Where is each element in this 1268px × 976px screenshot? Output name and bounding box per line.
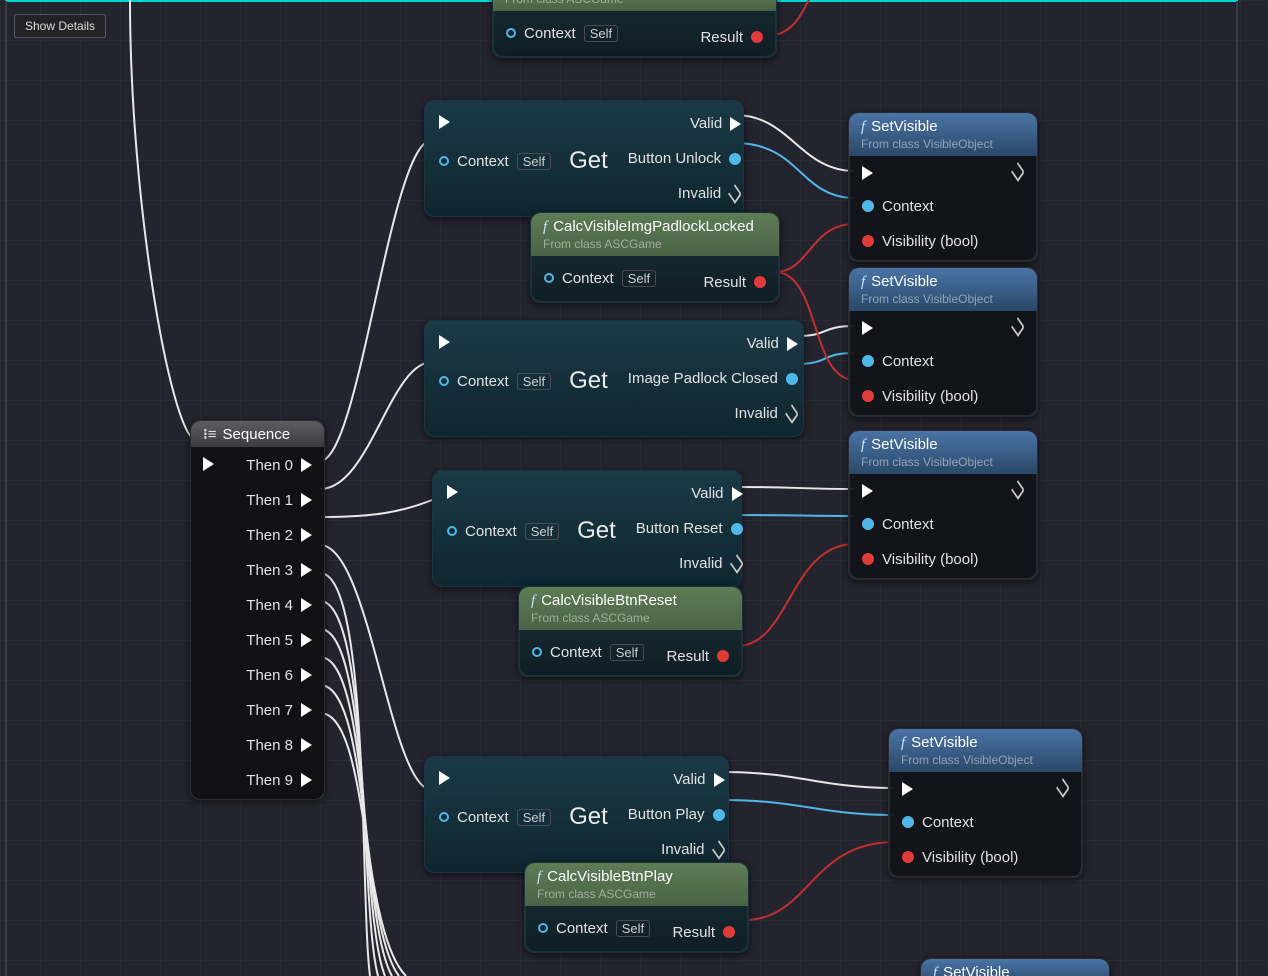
then-pin[interactable] — [301, 633, 312, 647]
exec-out-pin[interactable] — [1011, 480, 1025, 500]
exec-in-pin[interactable] — [862, 484, 873, 498]
data-pin[interactable] — [729, 153, 741, 165]
calc-padlock-node[interactable]: fCalcVisibleImgPadlockLockedFrom class A… — [530, 212, 780, 303]
show-details-button[interactable]: Show Details — [14, 14, 106, 38]
setvisible-node-partial[interactable]: fSetVisible — [920, 958, 1110, 976]
node-title: CalcVisibleImgPadlockLocked — [553, 218, 754, 235]
exec-in-pin[interactable] — [902, 782, 913, 796]
then-pin[interactable] — [301, 563, 312, 577]
calc-play-node[interactable]: fCalcVisibleBtnPlayFrom class ASCGame Co… — [524, 862, 749, 953]
visibility-pin[interactable] — [902, 851, 914, 863]
graph-canvas[interactable]: Show Details From class ASCGame — [0, 0, 1268, 976]
setvisible-node-2[interactable]: fSetVisibleFrom class VisibleObjectConte… — [848, 267, 1038, 417]
result-pin[interactable] — [751, 31, 763, 43]
then-pin[interactable] — [301, 668, 312, 682]
get-button-unlock-node[interactable]: ContextSelfGet Valid Button Unlock Inval… — [424, 100, 744, 217]
context-pin[interactable] — [862, 518, 874, 530]
visibility-pin[interactable] — [862, 235, 874, 247]
context-pin[interactable] — [862, 200, 874, 212]
node-subtitle: From class ASCGame — [505, 0, 624, 6]
exec-out-pin[interactable] — [1011, 162, 1025, 182]
context-pin[interactable] — [862, 355, 874, 367]
then-pin[interactable] — [301, 493, 312, 507]
exec-out-pin[interactable] — [1056, 778, 1070, 798]
valid-pin[interactable] — [730, 117, 741, 131]
then-pin[interactable] — [301, 773, 312, 787]
then-pin[interactable] — [301, 528, 312, 542]
exec-in-pin[interactable] — [862, 166, 873, 180]
exec-in-pin[interactable] — [862, 321, 873, 335]
then-pin[interactable] — [301, 703, 312, 717]
exec-in-pin[interactable] — [203, 457, 214, 471]
get-reset-node[interactable]: ContextSelfGet Valid Button Reset Invali… — [432, 470, 742, 587]
exec-in-pin[interactable] — [439, 115, 450, 129]
get-play-node[interactable]: ContextSelfGet Valid Button Play Invalid — [424, 756, 729, 873]
get-padlock-node[interactable]: ContextSelfGet Valid Image Padlock Close… — [424, 320, 804, 437]
setvisible-node-4[interactable]: fSetVisibleFrom class VisibleObjectConte… — [888, 728, 1083, 878]
visibility-pin[interactable] — [862, 553, 874, 565]
invalid-pin[interactable] — [728, 184, 742, 204]
exec-out-pin[interactable] — [1011, 317, 1025, 337]
then-pin[interactable] — [301, 738, 312, 752]
setvisible-node-3[interactable]: fSetVisibleFrom class VisibleObjectConte… — [848, 430, 1038, 580]
context-pin[interactable] — [439, 156, 449, 166]
node-title: Sequence — [223, 426, 291, 443]
then-pin[interactable] — [301, 458, 312, 472]
visibility-pin[interactable] — [862, 390, 874, 402]
calc-reset-node[interactable]: fCalcVisibleBtnResetFrom class ASCGame C… — [518, 586, 743, 677]
context-pin[interactable] — [506, 28, 516, 38]
calc-node-partial[interactable]: From class ASCGame ContextSelf Result — [492, 0, 777, 58]
context-pin[interactable] — [902, 816, 914, 828]
then-pin[interactable] — [301, 598, 312, 612]
setvisible-node-1[interactable]: fSetVisibleFrom class VisibleObjectConte… — [848, 112, 1038, 262]
sequence-node[interactable]: ⁝≡Sequence Then 0Then 1Then 2Then 3Then … — [190, 420, 325, 800]
